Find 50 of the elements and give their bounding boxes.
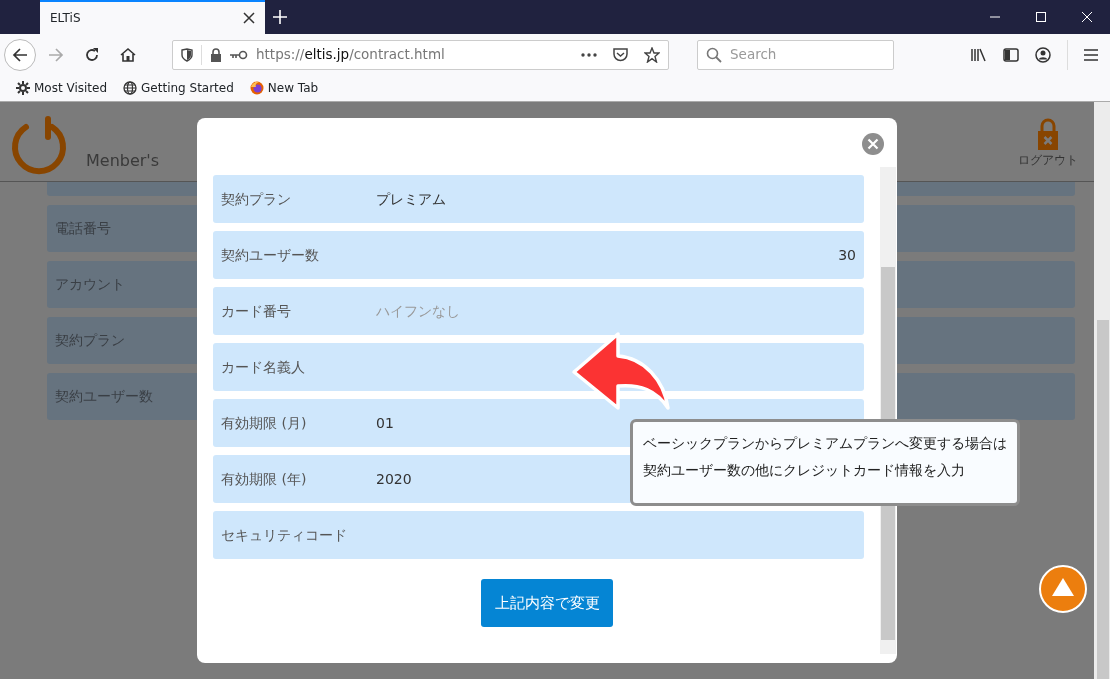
- search-bar[interactable]: Search: [697, 39, 894, 70]
- brand-name: Menber's: [86, 150, 160, 172]
- submit-button[interactable]: 上記内容で変更: [481, 579, 613, 627]
- bookmark-item[interactable]: New Tab: [249, 79, 319, 97]
- field-label: カード番号: [221, 301, 292, 321]
- field-label: 契約プラン: [221, 189, 292, 209]
- library-icon[interactable]: [971, 47, 987, 62]
- star-icon[interactable]: [644, 46, 660, 63]
- form-field[interactable]: セキュリティコード: [213, 511, 864, 559]
- form-field[interactable]: カード番号 ハイフンなし: [213, 287, 864, 335]
- shield-icon: [181, 47, 193, 62]
- input-field[interactable]: プレミアム: [376, 188, 856, 210]
- menu-icon[interactable]: [1084, 48, 1098, 61]
- field-label: 有効期限 (年): [221, 469, 308, 489]
- browser-tab[interactable]: ELTiS: [40, 0, 265, 34]
- field-label: 有効期限 (月): [221, 413, 308, 433]
- lock-icon: [1037, 117, 1059, 151]
- maximize-icon[interactable]: [1036, 12, 1046, 22]
- key-icon: [230, 49, 248, 60]
- gear-icon: [16, 81, 30, 95]
- more-icon[interactable]: [581, 52, 597, 57]
- search-icon: [706, 46, 722, 63]
- url-text: https://eltis.jp/contract.html: [256, 45, 445, 65]
- close-icon[interactable]: [243, 12, 255, 24]
- up-triangle-icon[interactable]: [1052, 578, 1074, 596]
- form-field[interactable]: 契約プラン プレミアム: [213, 175, 864, 223]
- bookmark-item[interactable]: Most Visited: [16, 79, 108, 97]
- page-scrollbar[interactable]: [1094, 102, 1110, 679]
- back-button[interactable]: [4, 38, 36, 71]
- new-tab-icon[interactable]: [273, 10, 287, 24]
- sidebar-icon[interactable]: [1003, 47, 1019, 62]
- input-field[interactable]: 30: [376, 244, 856, 266]
- back-arrow-icon[interactable]: [12, 46, 28, 63]
- pocket-icon[interactable]: [613, 47, 628, 62]
- browser-logo-icon: [249, 81, 264, 95]
- field-label: 契約ユーザー数: [221, 245, 320, 265]
- input-field[interactable]: 01: [376, 412, 856, 434]
- form-field[interactable]: カード名義人: [213, 343, 864, 391]
- scroll-top-button[interactable]: [1039, 565, 1087, 613]
- field-label: セキュリティコード: [221, 525, 348, 545]
- bookmark-item[interactable]: Getting Started: [123, 79, 234, 97]
- lock-icon: [210, 47, 222, 62]
- input-field[interactable]: ハイフンなし: [376, 300, 856, 322]
- reload-icon[interactable]: [84, 46, 100, 63]
- globe-icon: [123, 81, 138, 95]
- address-bar[interactable]: https://eltis.jp/contract.html: [172, 39, 669, 70]
- account-icon[interactable]: [1035, 46, 1051, 63]
- field-label: カード名義人: [221, 357, 306, 377]
- home-icon[interactable]: [120, 46, 136, 63]
- form-field[interactable]: 契約ユーザー数 30: [213, 231, 864, 279]
